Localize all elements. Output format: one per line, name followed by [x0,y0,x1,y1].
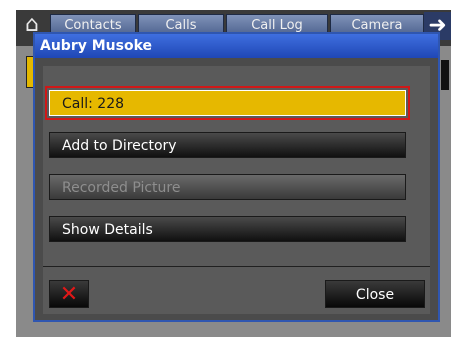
contact-dialog: Aubry Musoke Call: 228 Add to Directory … [33,32,440,322]
close-button[interactable]: Close [325,280,425,308]
x-icon: ✕ [59,282,79,307]
recorded-picture-button: Recorded Picture [49,174,406,200]
add-to-directory-button[interactable]: Add to Directory [49,132,406,158]
cancel-button[interactable]: ✕ [49,280,89,308]
divider [43,266,430,267]
call-button[interactable]: Call: 228 [45,86,410,120]
show-details-button[interactable]: Show Details [49,216,406,242]
background-scrollbar [441,60,449,90]
dialog-title: Aubry Musoke [35,34,438,58]
